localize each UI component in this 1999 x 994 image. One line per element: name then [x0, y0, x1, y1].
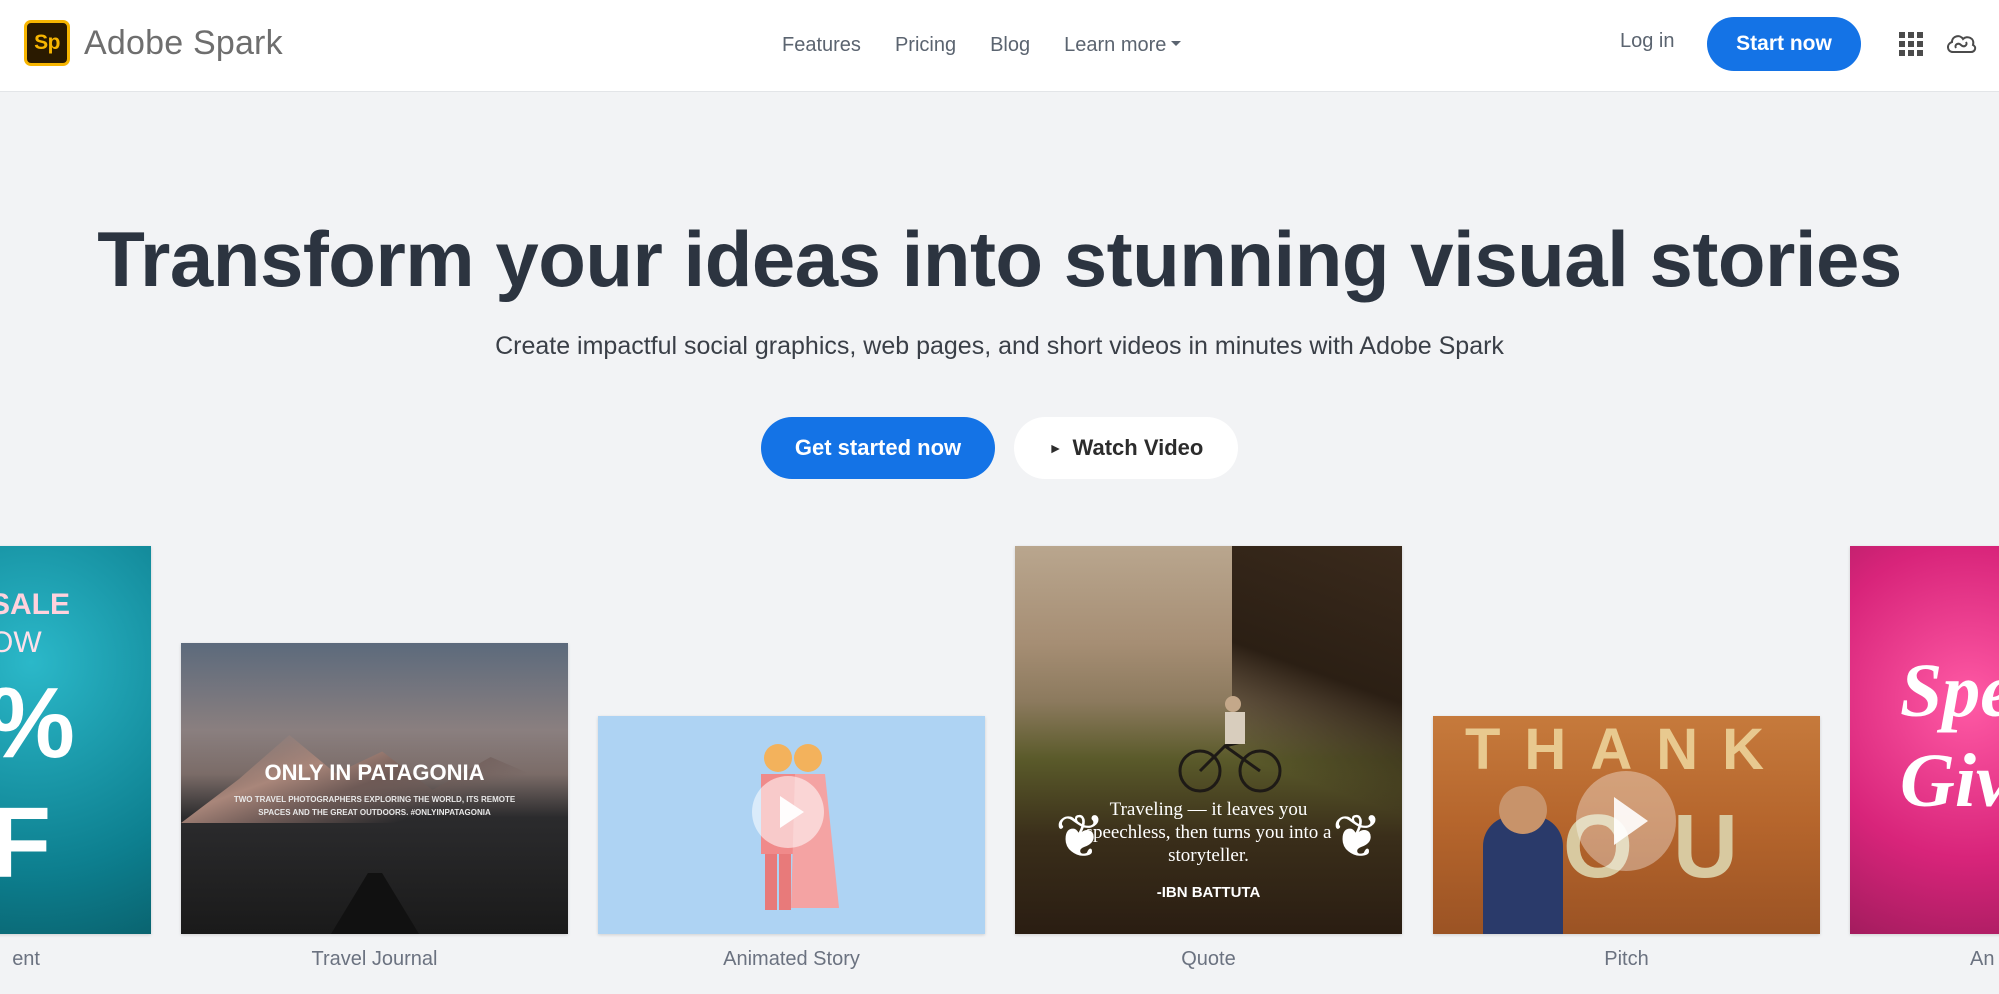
- template-card-announcement[interactable]: Spe Giv: [1850, 546, 1999, 934]
- quote-text: Traveling — it leaves you speechless, th…: [1085, 799, 1332, 866]
- login-link[interactable]: Log in: [1620, 30, 1675, 53]
- card-text-off: F: [0, 787, 52, 899]
- adobe-spark-logo-icon: Sp: [24, 20, 70, 66]
- thank-letters: THANK: [1465, 717, 1788, 782]
- nav-features[interactable]: Features: [782, 34, 861, 57]
- nav-pricing[interactable]: Pricing: [895, 34, 956, 57]
- template-card-animated-story[interactable]: [598, 716, 985, 934]
- template-card-event[interactable]: SALE OW % F: [0, 546, 151, 934]
- card-label-announcement: An: [1970, 948, 1995, 970]
- card-text-sale: SALE: [0, 588, 71, 621]
- cyclist-image: [1178, 696, 1282, 793]
- road-image: [331, 873, 419, 934]
- top-nav: Sp Adobe Spark Features Pricing Blog Lea…: [0, 0, 1999, 92]
- card-text-now: OW: [0, 626, 42, 659]
- hero-title: Transform your ideas into stunning visua…: [97, 215, 1902, 303]
- brand-link[interactable]: Sp Adobe Spark: [24, 20, 283, 66]
- creative-cloud-icon[interactable]: [1944, 30, 1978, 58]
- template-card-pitch[interactable]: THANK OU: [1433, 716, 1820, 934]
- apps-grid-icon[interactable]: [1899, 32, 1923, 56]
- chevron-down-icon: [1171, 40, 1182, 46]
- brand-name: Adobe Spark: [84, 23, 283, 62]
- template-card-travel-journal[interactable]: ONLY IN PATAGONIA TWO TRAVEL PHOTOGRAPHE…: [181, 643, 568, 934]
- start-now-button[interactable]: Start now: [1707, 17, 1861, 71]
- card-label-animated-story: Animated Story: [723, 948, 860, 970]
- nav-learn-more-label: Learn more: [1064, 33, 1167, 56]
- play-icon[interactable]: [1576, 771, 1676, 871]
- main-nav: Features Pricing Blog Learn more: [782, 0, 1182, 90]
- child-head-image: [1499, 786, 1547, 834]
- card-label-quote: Quote: [1181, 948, 1236, 970]
- get-started-button[interactable]: Get started now: [761, 417, 995, 479]
- card-title: ONLY IN PATAGONIA: [264, 760, 485, 785]
- watch-video-label: Watch Video: [1072, 435, 1204, 460]
- card-label-travel-journal: Travel Journal: [311, 948, 438, 970]
- card-label-event: ent: [12, 948, 40, 970]
- watch-video-button[interactable]: ► Watch Video: [1014, 417, 1238, 479]
- play-icon[interactable]: [752, 776, 824, 848]
- template-card-quote[interactable]: ❦ ❦ Traveling — it leaves you speechless…: [1015, 546, 1402, 934]
- quote-author: -IBN BATTUTA: [1156, 884, 1261, 901]
- hero-subtitle: Create impactful social graphics, web pa…: [495, 332, 1504, 360]
- card-description: TWO TRAVEL PHOTOGRAPHERS EXPLORING THE W…: [233, 795, 516, 817]
- nav-blog[interactable]: Blog: [990, 34, 1030, 57]
- card-script-text: Spe Giv: [1900, 649, 1999, 823]
- card-text-percent: %: [0, 666, 75, 781]
- play-icon: ►: [1048, 440, 1063, 456]
- card-label-pitch: Pitch: [1604, 948, 1649, 970]
- nav-learn-more[interactable]: Learn more: [1064, 33, 1182, 57]
